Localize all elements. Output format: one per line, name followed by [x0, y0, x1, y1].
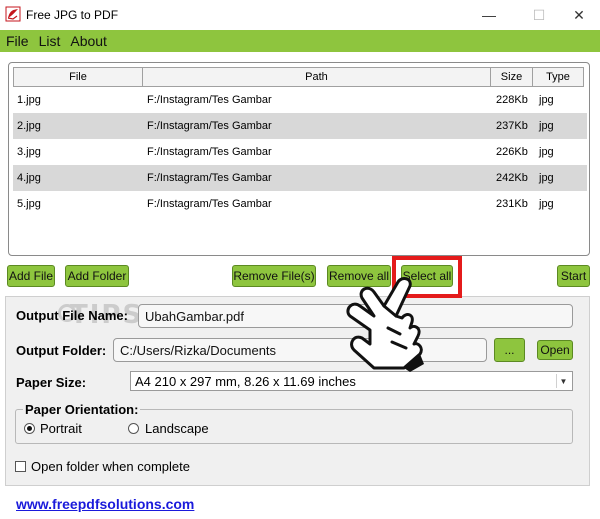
- cell-file: 1.jpg: [17, 94, 41, 106]
- close-button[interactable]: ✕: [556, 0, 600, 30]
- paper-orientation-label: Paper Orientation:: [23, 402, 141, 417]
- add-file-button[interactable]: Add File: [7, 265, 55, 287]
- cell-path: F:/Instagram/Tes Gambar: [147, 146, 272, 158]
- table-body: 1.jpg F:/Instagram/Tes Gambar 228Kb jpg …: [13, 87, 587, 217]
- cell-path: F:/Instagram/Tes Gambar: [147, 172, 272, 184]
- landscape-radio-label[interactable]: Landscape: [145, 421, 209, 436]
- output-folder-label: Output Folder:: [16, 343, 107, 358]
- landscape-radio[interactable]: [128, 423, 139, 434]
- minimize-button[interactable]: —: [466, 0, 512, 30]
- menu-file[interactable]: File: [6, 33, 29, 49]
- portrait-radio[interactable]: [24, 423, 35, 434]
- cell-size: 226Kb: [496, 146, 528, 158]
- cell-type: jpg: [539, 94, 554, 106]
- cell-size: 242Kb: [496, 172, 528, 184]
- cell-type: jpg: [539, 198, 554, 210]
- column-header-size[interactable]: Size: [490, 67, 533, 87]
- column-header-file[interactable]: File: [13, 67, 143, 87]
- table-row[interactable]: 2.jpg F:/Instagram/Tes Gambar 237Kb jpg: [13, 113, 587, 139]
- start-button[interactable]: Start: [557, 265, 590, 287]
- column-header-type[interactable]: Type: [532, 67, 584, 87]
- window-title: Free JPG to PDF: [26, 8, 119, 22]
- output-file-name-label: Output File Name:: [16, 308, 128, 323]
- table-header: File Path Size Type: [13, 67, 587, 87]
- cell-file: 5.jpg: [17, 198, 41, 210]
- cell-size: 231Kb: [496, 198, 528, 210]
- table-row[interactable]: 3.jpg F:/Instagram/Tes Gambar 226Kb jpg: [13, 139, 587, 165]
- cell-file: 2.jpg: [17, 120, 41, 132]
- cell-path: F:/Instagram/Tes Gambar: [147, 94, 272, 106]
- hand-pointer-icon: [346, 277, 424, 372]
- open-when-complete-checkbox[interactable]: [15, 461, 26, 472]
- cell-path: F:/Instagram/Tes Gambar: [147, 120, 272, 132]
- cell-type: jpg: [539, 172, 554, 184]
- remove-files-button[interactable]: Remove File(s): [232, 265, 316, 287]
- output-folder-input[interactable]: C:/Users/Rizka/Documents: [113, 338, 487, 362]
- website-link[interactable]: www.freepdfsolutions.com: [16, 496, 194, 512]
- menu-list[interactable]: List: [39, 33, 61, 49]
- add-folder-button[interactable]: Add Folder: [65, 265, 129, 287]
- menu-bar: File List About: [0, 30, 600, 52]
- chevron-down-icon[interactable]: ▼: [556, 374, 570, 388]
- menu-about[interactable]: About: [70, 33, 107, 49]
- browse-folder-button[interactable]: ...: [494, 338, 525, 362]
- cell-size: 228Kb: [496, 94, 528, 106]
- open-folder-button[interactable]: Open: [537, 340, 573, 360]
- paper-size-label: Paper Size:: [16, 375, 87, 390]
- cell-size: 237Kb: [496, 120, 528, 132]
- table-row[interactable]: 4.jpg F:/Instagram/Tes Gambar 242Kb jpg: [13, 165, 587, 191]
- cell-type: jpg: [539, 146, 554, 158]
- cell-file: 4.jpg: [17, 172, 41, 184]
- cell-type: jpg: [539, 120, 554, 132]
- cell-path: F:/Instagram/Tes Gambar: [147, 198, 272, 210]
- title-bar: Free JPG to PDF — ☐ ✕: [0, 0, 600, 30]
- paper-size-value: A4 210 x 297 mm, 8.26 x 11.69 inches: [135, 373, 356, 389]
- column-header-path[interactable]: Path: [142, 67, 491, 87]
- portrait-radio-label[interactable]: Portrait: [40, 421, 82, 436]
- open-when-complete-label[interactable]: Open folder when complete: [31, 459, 190, 474]
- cell-file: 3.jpg: [17, 146, 41, 158]
- file-table[interactable]: File Path Size Type 1.jpg F:/Instagram/T…: [8, 62, 590, 256]
- table-row[interactable]: 5.jpg F:/Instagram/Tes Gambar 231Kb jpg: [13, 191, 587, 217]
- pdf-app-icon: [5, 6, 21, 22]
- paper-size-select[interactable]: A4 210 x 297 mm, 8.26 x 11.69 inches ▼: [130, 371, 573, 391]
- table-row[interactable]: 1.jpg F:/Instagram/Tes Gambar 228Kb jpg: [13, 87, 587, 113]
